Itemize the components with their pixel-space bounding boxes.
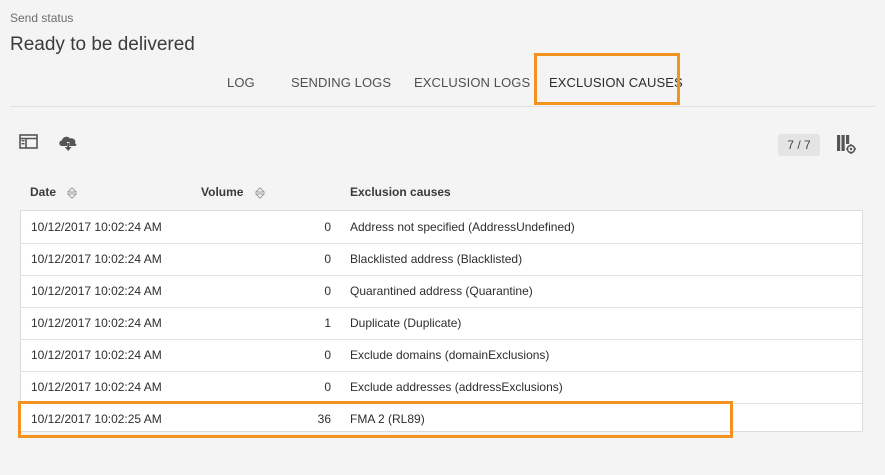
cloud-download-icon[interactable]: [57, 133, 77, 153]
column-header-volume[interactable]: Volume: [201, 185, 265, 199]
panel-toggle-icon[interactable]: [19, 133, 39, 153]
table-row[interactable]: 10/12/2017 10:02:24 AM 0 Address not spe…: [21, 211, 862, 244]
cell-exclusion-cause: Duplicate (Duplicate): [350, 316, 462, 330]
column-settings-icon[interactable]: [836, 134, 856, 154]
highlighted-row-outline: [18, 401, 733, 438]
sort-icon[interactable]: [254, 186, 265, 199]
cell-date: 10/12/2017 10:02:24 AM: [31, 348, 162, 362]
cell-exclusion-cause: Quarantined address (Quarantine): [350, 284, 533, 298]
active-tab-highlight: [534, 53, 680, 105]
pagination-count: 7 / 7: [778, 134, 820, 156]
cell-date: 10/12/2017 10:02:24 AM: [31, 380, 162, 394]
column-header-date[interactable]: Date: [30, 185, 78, 199]
table-row[interactable]: 10/12/2017 10:02:24 AM 0 Exclude domains…: [21, 339, 862, 372]
cell-volume: 0: [324, 220, 331, 234]
send-status-value: Ready to be delivered: [10, 34, 195, 55]
tab-sending-logs[interactable]: SENDING LOGS: [291, 75, 391, 90]
column-header-volume-label: Volume: [201, 185, 244, 199]
tab-bar: LOG SENDING LOGS EXCLUSION LOGS EXCLUSIO…: [0, 68, 875, 98]
cell-exclusion-cause: Blacklisted address (Blacklisted): [350, 252, 523, 266]
column-header-date-label: Date: [30, 185, 57, 199]
cell-date: 10/12/2017 10:02:24 AM: [31, 252, 162, 266]
cell-volume: 0: [324, 284, 331, 298]
table-row[interactable]: 10/12/2017 10:02:24 AM 0 Blacklisted add…: [21, 243, 862, 276]
cell-date: 10/12/2017 10:02:24 AM: [31, 220, 162, 234]
cell-date: 10/12/2017 10:02:24 AM: [31, 284, 162, 298]
cell-volume: 0: [324, 252, 331, 266]
tab-divider: [10, 106, 875, 107]
tab-log[interactable]: LOG: [227, 75, 255, 90]
exclusion-causes-table: 10/12/2017 10:02:24 AM 0 Address not spe…: [20, 210, 863, 432]
table-row[interactable]: 10/12/2017 10:02:24 AM 0 Quarantined add…: [21, 275, 862, 308]
cell-volume: 1: [324, 316, 331, 330]
send-status-label: Send status: [10, 11, 74, 25]
cell-volume: 0: [324, 348, 331, 362]
cell-volume: 0: [324, 380, 331, 394]
column-header-exclusion-causes: Exclusion causes: [350, 185, 451, 199]
cell-date: 10/12/2017 10:02:24 AM: [31, 316, 162, 330]
table-row[interactable]: 10/12/2017 10:02:24 AM 1 Duplicate (Dupl…: [21, 307, 862, 340]
table-row[interactable]: 10/12/2017 10:02:24 AM 0 Exclude address…: [21, 371, 862, 404]
tab-exclusion-logs[interactable]: EXCLUSION LOGS: [414, 75, 530, 90]
cell-exclusion-cause: Exclude domains (domainExclusions): [350, 348, 550, 362]
cell-exclusion-cause: Exclude addresses (addressExclusions): [350, 380, 563, 394]
sort-icon[interactable]: [67, 186, 78, 199]
cell-exclusion-cause: Address not specified (AddressUndefined): [350, 220, 575, 234]
